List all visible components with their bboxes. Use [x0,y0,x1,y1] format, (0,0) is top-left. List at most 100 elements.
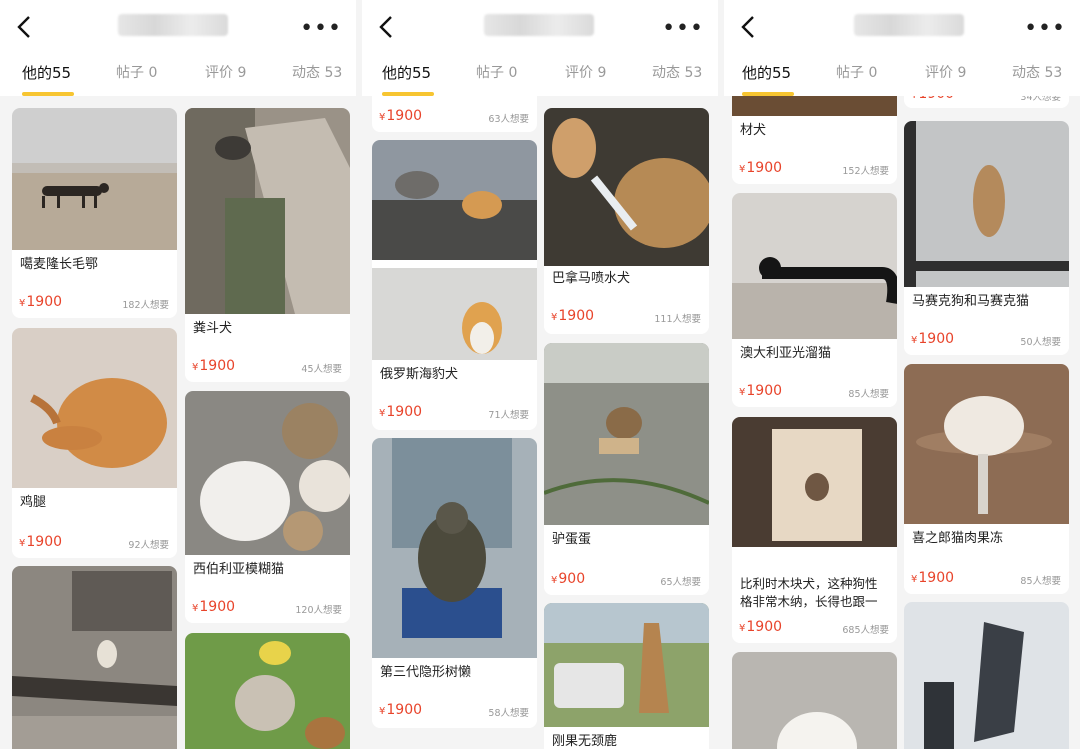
product-image [732,417,897,547]
want-count: 111人想要 [654,314,701,325]
more-dots-icon[interactable]: ••• [1024,16,1066,41]
product-card[interactable] [904,602,1069,749]
screenshot-panel-1: ••• 他的55 帖子 0 评价 9 动态 53 噶麦隆长毛鄂 ¥1900 18… [0,0,356,749]
top-bar: ••• 他的55 帖子 0 评价 9 动态 53 [724,0,1080,96]
product-card[interactable]: 刚果无颈鹿 [544,603,709,749]
product-card[interactable]: 比利时木块犬，这种狗性格非常木纳，长得也跟一 ¥1900 685人想要 [732,417,897,643]
tab-reviews[interactable]: 评价 9 [565,62,606,82]
product-price: ¥1900 [551,308,595,324]
product-price: ¥1900 [739,619,783,635]
tab-activity[interactable]: 动态 53 [652,62,702,82]
blurred-username [854,14,964,36]
product-price: ¥1900 [19,294,63,310]
product-image [904,121,1069,287]
want-count: 85人想要 [848,389,889,400]
product-card[interactable]: 西伯利亚模糊猫 ¥1900 120人想要 [185,391,350,623]
product-image [185,633,350,749]
back-arrow-icon[interactable] [14,14,40,44]
product-card[interactable]: 驴蛋蛋 ¥900 65人想要 [544,343,709,595]
product-card[interactable] [732,652,897,749]
screenshot-panel-3: ••• 他的55 帖子 0 评价 9 动态 53 材犬 ¥1900 152人想要… [724,0,1080,749]
product-price: ¥1900 [739,160,783,176]
want-count: 71人想要 [488,410,529,421]
product-card[interactable]: 巴拿马喷水犬 ¥1900 111人想要 [544,108,709,334]
product-card[interactable] [12,566,177,749]
tab-items[interactable]: 他的55 [382,62,431,83]
product-image [12,566,177,749]
tab-bar: 他的55 帖子 0 评价 9 动态 53 [724,58,1080,96]
product-image [185,108,350,314]
want-count: 45人想要 [301,364,342,375]
product-image [544,603,709,727]
product-price: ¥1900 [379,702,423,718]
top-bar: ••• 他的55 帖子 0 评价 9 动态 53 [0,0,356,96]
back-arrow-icon[interactable] [376,14,402,44]
product-card[interactable]: 俄罗斯海豹犬 ¥1900 71人想要 [372,140,537,430]
product-name: 澳大利亚光溜猫 [740,346,832,361]
tab-posts[interactable]: 帖子 0 [116,62,157,82]
active-tab-indicator [382,92,434,96]
product-image [372,140,537,260]
product-price: ¥900 [551,571,586,587]
want-count: 65人想要 [660,577,701,588]
blurred-username [484,14,594,36]
product-name: 喜之郎猫肉果冻 [912,531,1004,546]
tab-reviews[interactable]: 评价 9 [925,62,966,82]
product-image [904,602,1069,749]
product-image [12,108,177,250]
want-count: 120人想要 [295,605,342,616]
tab-posts[interactable]: 帖子 0 [836,62,877,82]
back-arrow-icon[interactable] [738,14,764,44]
tab-activity[interactable]: 动态 53 [1012,62,1062,82]
top-bar: ••• 他的55 帖子 0 评价 9 动态 53 [362,0,718,96]
want-count: 58人想要 [488,708,529,719]
product-image [372,438,537,658]
tab-reviews[interactable]: 评价 9 [205,62,246,82]
active-tab-indicator [22,92,74,96]
product-name: 材犬 [740,123,767,138]
product-name: 刚果无颈鹿 [552,734,618,749]
want-count: 685人想要 [842,625,889,636]
product-card[interactable] [185,633,350,749]
more-dots-icon[interactable]: ••• [662,16,704,41]
product-name: 西伯利亚模糊猫 [193,562,285,577]
tab-posts[interactable]: 帖子 0 [476,62,517,82]
product-card[interactable]: 噶麦隆长毛鄂 ¥1900 182人想要 [12,108,177,318]
product-card[interactable]: 粪斗犬 ¥1900 45人想要 [185,108,350,382]
product-name: 驴蛋蛋 [552,532,592,547]
tab-items[interactable]: 他的55 [742,62,791,83]
product-name: 马赛克狗和马赛克猫 [912,294,1030,309]
product-name: 俄罗斯海豹犬 [380,367,459,382]
want-count: 152人想要 [842,166,889,177]
product-image [12,328,177,488]
product-name: 巴拿马喷水犬 [552,271,631,286]
screenshot-panel-2: ••• 他的55 帖子 0 评价 9 动态 53 ¥1900 63人想要 俄罗斯… [362,0,718,749]
tab-activity[interactable]: 动态 53 [292,62,342,82]
want-count: 85人想要 [1020,576,1061,587]
product-image [732,652,897,749]
product-price: ¥1900 [192,599,236,615]
product-name: 鸡腿 [20,495,47,510]
want-count: 182人想要 [122,300,169,311]
tab-items[interactable]: 他的55 [22,62,71,83]
more-dots-icon[interactable]: ••• [300,16,342,41]
want-count: 50人想要 [1020,337,1061,348]
product-image [904,364,1069,524]
want-count: 63人想要 [488,114,529,125]
product-price: ¥1900 [379,108,423,124]
product-card[interactable]: 澳大利亚光溜猫 ¥1900 85人想要 [732,193,897,407]
active-tab-indicator [742,92,794,96]
product-name: 比利时木块犬，这种狗性格非常木纳，长得也跟一 [740,576,878,609]
product-price: ¥1900 [911,570,955,586]
product-card[interactable]: 马赛克狗和马赛克猫 ¥1900 50人想要 [904,121,1069,355]
product-card[interactable]: 第三代隐形树懒 ¥1900 58人想要 [372,438,537,728]
tab-bar: 他的55 帖子 0 评价 9 动态 53 [362,58,718,96]
product-name: 噶麦隆长毛鄂 [20,257,99,272]
product-price: ¥1900 [739,383,783,399]
product-image [185,391,350,555]
product-card[interactable]: 鸡腿 ¥1900 92人想要 [12,328,177,558]
product-image [544,108,709,266]
product-price: ¥1900 [192,358,236,374]
product-card[interactable]: 喜之郎猫肉果冻 ¥1900 85人想要 [904,364,1069,594]
product-name: 粪斗犬 [193,321,233,336]
